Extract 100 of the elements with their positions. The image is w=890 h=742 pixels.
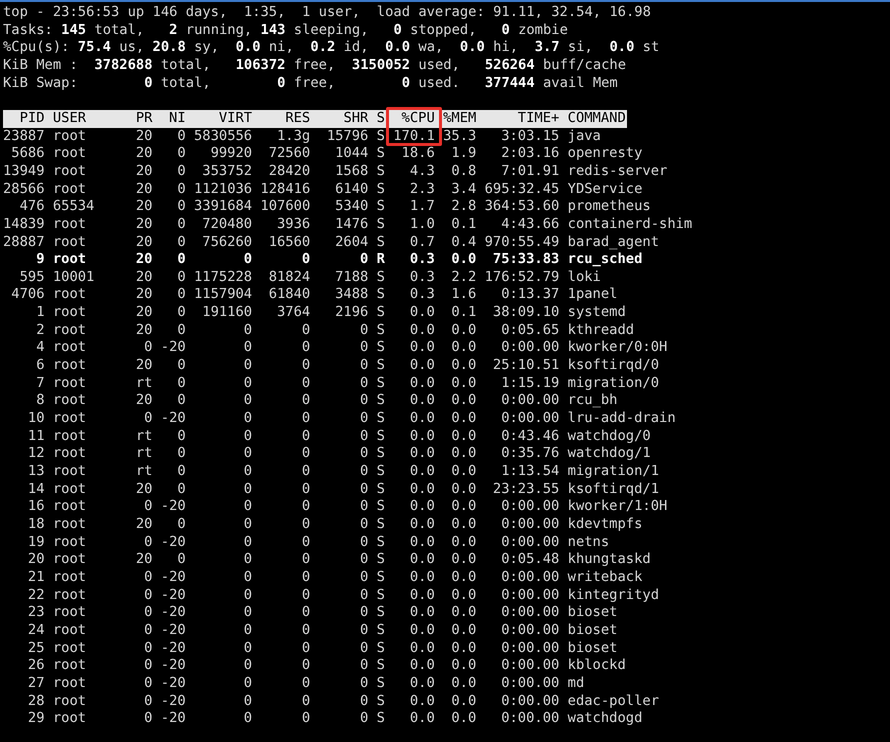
table-cell-text: 0.0 bbox=[408, 445, 435, 464]
table-cell-text: 20 bbox=[134, 145, 152, 163]
table-cell-text: 20 bbox=[134, 198, 152, 216]
table-cell-text: 0:00.00 bbox=[500, 710, 560, 728]
table-cell: S bbox=[376, 480, 385, 498]
table-cell-text: root bbox=[52, 128, 88, 146]
table-cell-text: 0 bbox=[176, 216, 186, 234]
table-cell-text: 2604 bbox=[334, 234, 368, 252]
table-cell-text: 0.0 bbox=[450, 251, 476, 269]
table-cell-text: 10001 bbox=[52, 268, 96, 286]
table-cell-text: 0.0 bbox=[408, 657, 435, 675]
table-cell-text: 0.0 bbox=[450, 357, 476, 375]
table-cell-text: 20 bbox=[134, 234, 152, 252]
table-cell: 28887 bbox=[3, 234, 45, 252]
column-header: VIRT bbox=[218, 110, 252, 128]
table-cell-text: 0 bbox=[242, 392, 252, 410]
table-cell-text: 0 bbox=[143, 640, 152, 658]
summary-line: Tasks: 145 total, 2 running, 143 sleeping, 0 stopped, 0 zombie bbox=[3, 22, 569, 40]
table-cell-text: 6 bbox=[35, 357, 45, 375]
table-cell: S bbox=[376, 357, 385, 375]
table-cell-text: containerd-shim bbox=[568, 216, 694, 234]
table-cell-text: 0 bbox=[242, 410, 252, 428]
table-cell-text: 0.0 bbox=[408, 604, 435, 622]
table-cell-text: 0 bbox=[242, 674, 252, 693]
table-cell-text: 0 bbox=[242, 428, 252, 446]
table-cell-text: 0.0 bbox=[450, 657, 476, 675]
table-cell-text: 2.8 bbox=[450, 198, 476, 216]
table-cell-text: 0:00.00 bbox=[500, 339, 560, 358]
table-cell-text: 0.0 bbox=[408, 392, 435, 410]
column-header: PR bbox=[134, 110, 152, 128]
table-cell-text: 20 bbox=[134, 516, 152, 534]
table-cell-text: 3:03.15 bbox=[500, 128, 560, 146]
table-cell-text: 28 bbox=[26, 692, 45, 710]
table-cell-text: 2:03.16 bbox=[500, 145, 560, 163]
table-cell-text: 0 bbox=[176, 251, 186, 269]
column-header: USER bbox=[52, 110, 88, 128]
table-cell-text: 0 bbox=[176, 268, 186, 286]
table-cell-text: 0 bbox=[242, 480, 252, 498]
table-cell-text: 2.2 bbox=[450, 268, 476, 286]
table-cell-text: 0 bbox=[300, 463, 310, 481]
table-cell-text: 20 bbox=[134, 304, 152, 322]
table-cell-text: 0:00.00 bbox=[500, 568, 560, 587]
table-cell: 14839 bbox=[3, 216, 45, 234]
table-cell-text: 0 bbox=[359, 357, 368, 375]
table-cell-text: 28420 bbox=[268, 162, 310, 181]
table-cell: -20 bbox=[160, 339, 186, 358]
table-cell: S bbox=[376, 657, 385, 675]
table-cell-text: 0 bbox=[359, 710, 368, 728]
table-cell-text: 0.0 bbox=[408, 374, 435, 392]
table-cell-text: root bbox=[52, 463, 88, 481]
table-cell-text: 0 bbox=[300, 410, 310, 428]
table-cell: -20 bbox=[160, 534, 186, 552]
table-cell-text: kworker/1:0H bbox=[568, 498, 668, 516]
table-cell-text: 20 bbox=[26, 551, 45, 569]
table-cell-text: 0 bbox=[300, 586, 310, 604]
table-cell-text: 0.0 bbox=[408, 480, 435, 498]
table-cell-text: 16 bbox=[26, 498, 45, 516]
table-cell-text: loki bbox=[568, 268, 602, 286]
table-cell-text: 0.0 bbox=[408, 463, 435, 481]
table-cell-text: 3936 bbox=[276, 216, 310, 234]
table-cell-text: 4.3 bbox=[408, 162, 435, 181]
table-cell-text: kintegrityd bbox=[568, 586, 660, 604]
table-cell-text: 0.0 bbox=[450, 640, 476, 658]
table-cell-text: 0.0 bbox=[450, 428, 476, 446]
table-cell-text: 0.0 bbox=[450, 322, 476, 340]
table-cell-text: 0 bbox=[300, 428, 310, 446]
table-cell-text: root bbox=[52, 640, 88, 658]
table-cell-text: kblockd bbox=[568, 657, 627, 675]
table-cell-text: 0 bbox=[176, 286, 186, 304]
table-cell-text: 0 bbox=[300, 534, 310, 552]
table-cell: S bbox=[376, 604, 385, 622]
table-cell-text: 20 bbox=[134, 128, 152, 146]
table-cell-text: 0:05.65 bbox=[500, 322, 560, 340]
table-cell-text: 0 bbox=[300, 445, 310, 464]
table-cell-text: 20 bbox=[134, 251, 152, 269]
table-cell-text: 1 bbox=[35, 304, 45, 322]
table-cell-text: 0.3 bbox=[408, 251, 435, 269]
table-cell-text: 4 bbox=[35, 339, 45, 358]
table-cell-text: 0.0 bbox=[408, 586, 435, 604]
table-cell-text: 0.1 bbox=[450, 304, 476, 322]
table-cell-text: 0.0 bbox=[450, 568, 476, 587]
table-cell-text: 1.0 bbox=[408, 216, 435, 234]
table-cell-text: 0.0 bbox=[450, 586, 476, 604]
table-cell-text: root bbox=[52, 216, 88, 234]
table-cell-text: 0 bbox=[359, 674, 368, 693]
table-cell-text: 0 bbox=[359, 339, 368, 358]
table-cell-text: barad_agent bbox=[568, 234, 660, 252]
table-cell-text: 20 bbox=[134, 180, 152, 198]
table-cell-text: systemd bbox=[568, 304, 627, 322]
table-cell-text: 0 bbox=[176, 357, 186, 375]
table-cell: S bbox=[376, 710, 385, 728]
table-cell-text: 0:00.00 bbox=[500, 692, 560, 710]
table-cell-text: root bbox=[52, 286, 88, 304]
table-cell-text: 0 bbox=[359, 516, 368, 534]
table-cell: S bbox=[376, 622, 385, 640]
table-cell-text: root bbox=[52, 498, 88, 516]
table-cell-text: kthreadd bbox=[568, 322, 636, 340]
table-cell-text: 9 bbox=[35, 251, 45, 269]
table-cell-text: 0:00.00 bbox=[500, 534, 560, 552]
table-cell: S bbox=[376, 568, 385, 587]
